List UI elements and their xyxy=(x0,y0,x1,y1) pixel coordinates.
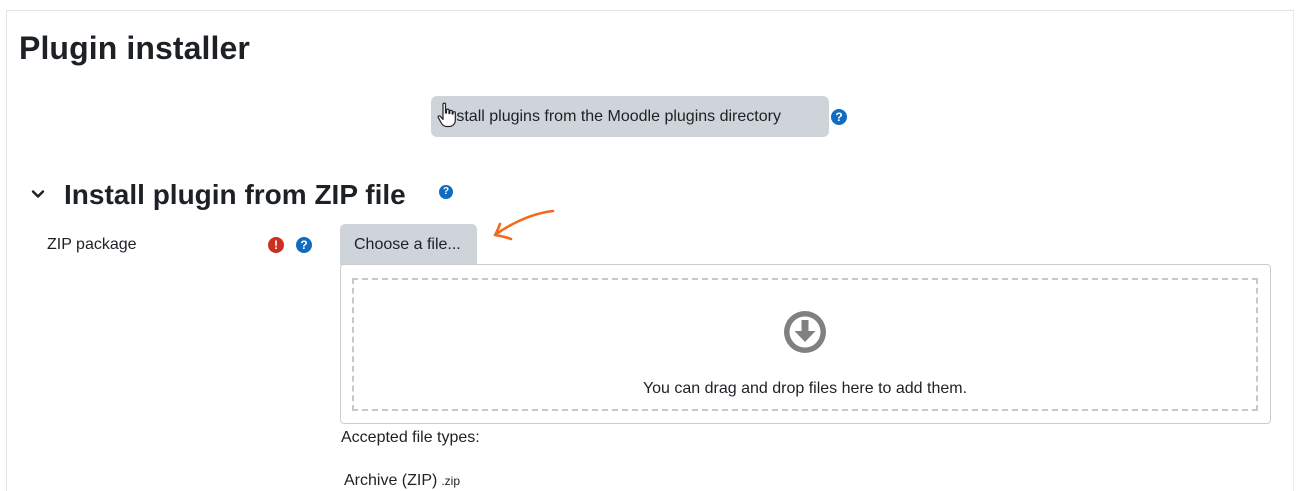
section-heading: Install plugin from ZIP file xyxy=(64,179,406,210)
accepted-file-type: Archive (ZIP) .zip xyxy=(344,472,460,490)
zip-package-label: ZIP package xyxy=(47,236,137,253)
hand-pointer-icon xyxy=(437,102,456,128)
zip-help-icon[interactable]: ? xyxy=(296,237,312,253)
arrow-annotation xyxy=(493,209,555,241)
directory-help-icon[interactable]: ? xyxy=(831,109,847,125)
accepted-file-types-label: Accepted file types: xyxy=(341,429,480,446)
choose-file-button[interactable]: Choose a file... xyxy=(340,224,477,265)
arrow-circle-down-icon xyxy=(784,311,826,353)
file-type-name: Archive (ZIP) xyxy=(344,472,438,489)
file-type-extension: .zip xyxy=(441,474,461,488)
choose-file-label: Choose a file... xyxy=(354,236,461,253)
required-icon: ! xyxy=(268,237,284,253)
chevron-down-icon[interactable] xyxy=(30,186,46,202)
page-title: Plugin installer xyxy=(19,30,250,66)
section-help-icon[interactable]: ? xyxy=(439,185,453,199)
install-from-directory-button[interactable]: Install plugins from the Moodle plugins … xyxy=(431,96,829,137)
dropzone-text: You can drag and drop files here to add … xyxy=(642,380,968,397)
install-from-directory-label: Install plugins from the Moodle plugins … xyxy=(443,108,781,125)
